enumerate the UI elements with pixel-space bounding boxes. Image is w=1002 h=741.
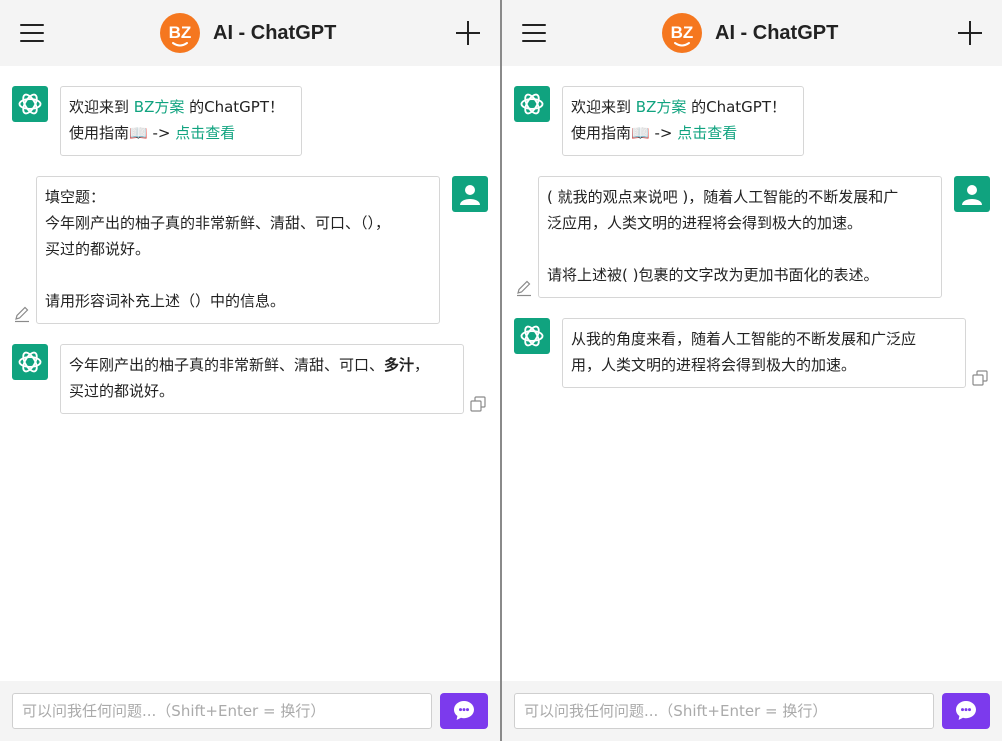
chat-bubble-icon xyxy=(956,701,976,720)
message-input[interactable] xyxy=(12,693,432,729)
brand: BZ AI - ChatGPT xyxy=(662,13,838,53)
brand: BZ AI - ChatGPT xyxy=(160,13,336,53)
reply-text: 买过的都说好。 xyxy=(69,382,175,400)
message-line: 泛应用，人类文明的进程将会得到极大的加速。 xyxy=(547,214,863,232)
send-button[interactable] xyxy=(440,693,488,729)
reply-text: 用，人类文明的进程将会得到极大的加速。 xyxy=(571,356,857,374)
reply-answer: 多汁 xyxy=(384,356,415,374)
assistant-avatar xyxy=(514,86,550,122)
user-avatar xyxy=(452,176,488,212)
copy-icon[interactable] xyxy=(971,369,989,387)
chat-pane-left: BZ AI - ChatGPT 欢迎来到 BZ方案 的ChatGPT！ 使用指南… xyxy=(0,0,500,741)
bz-link[interactable]: BZ方案 xyxy=(636,98,687,116)
menu-icon[interactable] xyxy=(522,22,546,44)
svg-text:BZ: BZ xyxy=(169,23,192,42)
chatgpt-logo-icon xyxy=(18,93,42,115)
message-line: 今年刚产出的柚子真的非常新鲜、清甜、可口、（）， xyxy=(45,214,391,232)
logo: BZ xyxy=(160,13,200,53)
assistant-avatar xyxy=(12,86,48,122)
input-footer xyxy=(0,681,500,741)
message-line: 买过的都说好。 xyxy=(45,240,151,258)
new-chat-plus-icon[interactable] xyxy=(456,21,480,45)
welcome-message: 欢迎来到 BZ方案 的ChatGPT！ 使用指南📖 -> 点击查看 xyxy=(60,86,302,156)
guide-link[interactable]: 点击查看 xyxy=(175,124,235,142)
assistant-reply: 今年刚产出的柚子真的非常新鲜、清甜、可口、多汁， 买过的都说好。 xyxy=(60,344,464,414)
assistant-avatar xyxy=(514,318,550,354)
input-footer xyxy=(502,681,1002,741)
user-icon xyxy=(460,185,480,205)
user-avatar xyxy=(954,176,990,212)
assistant-reply: 从我的角度来看，随着人工智能的不断发展和广泛应 用，人类文明的进程将会得到极大的… xyxy=(562,318,966,388)
reply-text: 从我的角度来看，随着人工智能的不断发展和广泛应 xyxy=(571,330,917,348)
message-line: ( 就我的观点来说吧 )，随着人工智能的不断发展和广 xyxy=(547,188,899,206)
guide-text: 使用指南📖 -> xyxy=(69,124,176,142)
message-line: ​ xyxy=(547,236,933,262)
app-title: AI - ChatGPT xyxy=(213,21,337,44)
edit-pencil-icon[interactable] xyxy=(13,305,31,323)
svg-text:BZ: BZ xyxy=(671,23,694,42)
app-title: AI - ChatGPT xyxy=(715,21,839,44)
reply-text: 今年刚产出的柚子真的非常新鲜、清甜、可口、 xyxy=(69,356,385,374)
user-message: 填空题： 今年刚产出的柚子真的非常新鲜、清甜、可口、（）， 买过的都说好。 ​ … xyxy=(36,176,440,324)
message-line: 请用形容词补充上述（）中的信息。 xyxy=(45,292,286,310)
message-line: 填空题： xyxy=(45,188,106,206)
user-icon xyxy=(962,185,982,205)
message-line: 请将上述被( )包裹的文字改为更加书面化的表述。 xyxy=(547,266,879,284)
user-message: ( 就我的观点来说吧 )，随着人工智能的不断发展和广 泛应用，人类文明的进程将会… xyxy=(538,176,942,298)
welcome-text-end: 的ChatGPT！ xyxy=(184,98,285,116)
edit-pencil-icon[interactable] xyxy=(515,279,533,297)
header: BZ AI - ChatGPT xyxy=(0,0,500,66)
bz-link[interactable]: BZ方案 xyxy=(134,98,185,116)
chatgpt-logo-icon xyxy=(520,93,544,115)
copy-icon[interactable] xyxy=(469,395,487,413)
assistant-avatar xyxy=(12,344,48,380)
reply-punct: ， xyxy=(414,356,430,374)
send-button[interactable] xyxy=(942,693,990,729)
chat-bubble-icon xyxy=(454,701,474,720)
welcome-text: 欢迎来到 xyxy=(571,98,636,116)
guide-text: 使用指南📖 -> xyxy=(571,124,678,142)
header: BZ AI - ChatGPT xyxy=(502,0,1002,66)
chatgpt-logo-icon xyxy=(520,325,544,347)
welcome-message: 欢迎来到 BZ方案 的ChatGPT！ 使用指南📖 -> 点击查看 xyxy=(562,86,804,156)
message-input[interactable] xyxy=(514,693,934,729)
chat-pane-right: BZ AI - ChatGPT 欢迎来到 BZ方案 的ChatGPT！ 使用指南… xyxy=(502,0,1002,741)
guide-link[interactable]: 点击查看 xyxy=(677,124,737,142)
new-chat-plus-icon[interactable] xyxy=(958,21,982,45)
welcome-text: 欢迎来到 xyxy=(69,98,134,116)
message-line: ​ xyxy=(45,262,431,288)
welcome-text-end: 的ChatGPT！ xyxy=(686,98,787,116)
chatgpt-logo-icon xyxy=(18,351,42,373)
logo: BZ xyxy=(662,13,702,53)
menu-icon[interactable] xyxy=(20,22,44,44)
